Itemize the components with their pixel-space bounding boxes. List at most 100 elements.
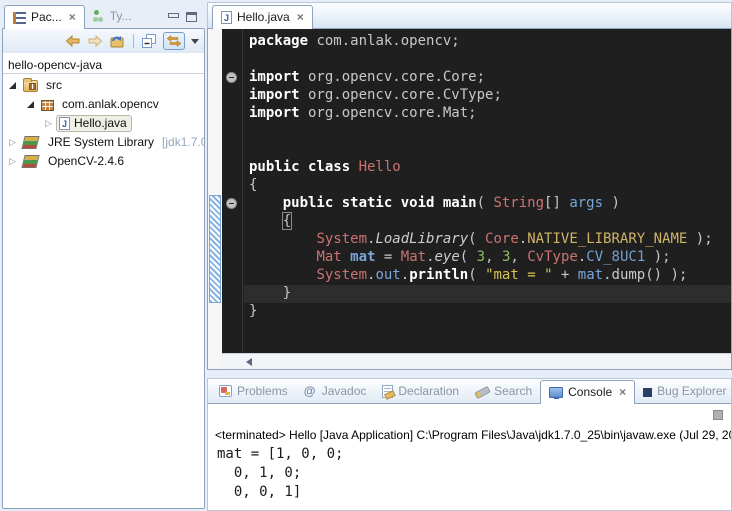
code-line[interactable] (244, 141, 731, 159)
view-tab-ty-[interactable]: Ty... (85, 5, 140, 28)
code-token: ( (468, 267, 485, 283)
tree-item[interactable]: com.anlak.opencv (3, 95, 204, 114)
code-token: [] (544, 195, 569, 211)
tree-item-content: JRE System Library[jdk1.7.0_25] (20, 134, 204, 151)
code-line[interactable]: } (244, 285, 731, 303)
editor-body: package com.anlak.opencv; import org.open… (207, 28, 732, 370)
code-line[interactable]: import org.opencv.core.Mat; (244, 105, 731, 123)
view-tab-label: Pac... (31, 10, 62, 24)
code-token: CV_8UC1 (586, 249, 645, 265)
console-tab-label: Console (568, 385, 612, 399)
code-token: Core (485, 231, 519, 247)
console-tab-javadoc[interactable]: Javadoc (296, 380, 375, 403)
close-icon[interactable]: × (297, 12, 304, 22)
console-tab-declaration[interactable]: Declaration (374, 380, 467, 403)
scroll-left-arrow-icon[interactable] (246, 358, 252, 366)
maximize-icon[interactable] (186, 12, 197, 22)
code-token (342, 249, 350, 265)
code-line[interactable] (244, 123, 731, 141)
expand-arrow-icon[interactable] (43, 118, 54, 129)
close-icon[interactable]: × (69, 12, 76, 22)
package-explorer-view: Pac... × Ty... (2, 2, 205, 509)
code-token: , (510, 249, 527, 265)
editor-tabbar: Hello.java × (207, 2, 732, 28)
tree-item[interactable]: JRE System Library[jdk1.7.0_25] (3, 133, 204, 152)
code-line[interactable]: import org.opencv.core.Core; (244, 69, 731, 87)
code-token: .dump() ); (603, 267, 687, 283)
code-token: import (249, 105, 300, 121)
collapse-arrow-icon[interactable] (7, 80, 18, 91)
link-with-editor-button[interactable] (163, 32, 185, 50)
code-line[interactable]: System.out.println( "mat = " + mat.dump(… (244, 267, 731, 285)
tree-item-content: OpenCV-2.4.6 (20, 153, 129, 170)
code-line[interactable]: package com.anlak.opencv; (244, 33, 731, 51)
tree-item[interactable]: OpenCV-2.4.6 (3, 152, 204, 171)
code-line[interactable]: { (244, 213, 731, 231)
console-tab-label: Bug Explorer (657, 384, 726, 398)
collapse-all-button[interactable] (142, 34, 157, 48)
console-tab-bug-explorer[interactable]: Bug Explorer (635, 380, 732, 403)
code-token: } (249, 285, 291, 301)
package-explorer-toolbar (3, 29, 204, 53)
code-token: mat (578, 267, 603, 283)
project-root-label[interactable]: hello-opencv-java (3, 56, 204, 73)
editor-tab-label: Hello.java (237, 10, 290, 24)
view-menu-button[interactable] (191, 39, 199, 44)
up-button[interactable] (109, 34, 125, 48)
code-token: 3 (477, 249, 485, 265)
fold-collapse-icon[interactable] (226, 72, 237, 83)
tree-item[interactable]: Hello.java (3, 114, 204, 133)
code-token: ); (645, 249, 670, 265)
code-token: eye (435, 249, 460, 265)
console-tab-console[interactable]: Console × (540, 380, 635, 404)
editor-tab-hello-java[interactable]: Hello.java × (212, 5, 313, 29)
chevron-down-icon (191, 39, 199, 44)
code-line[interactable]: { (244, 177, 731, 195)
code-token: org.opencv.core.Core; (300, 69, 485, 85)
code-token: CvType (527, 249, 578, 265)
collapse-arrow-icon[interactable] (25, 99, 36, 110)
code-token: { (283, 213, 291, 229)
folding-gutter[interactable] (222, 29, 243, 353)
horizontal-scrollbar[interactable] (222, 353, 731, 369)
terminate-icon[interactable] (713, 410, 723, 420)
console-output[interactable]: mat = [1, 0, 0; 0, 1, 0; 0, 0, 1] (217, 445, 731, 502)
back-button[interactable] (65, 35, 81, 47)
code-token: out (375, 267, 400, 283)
code-line[interactable]: public static void main( String[] args ) (244, 195, 731, 213)
code-token: ) (603, 195, 620, 211)
code-token (249, 249, 316, 265)
forward-button[interactable] (87, 35, 103, 47)
code-editor[interactable]: package com.anlak.opencv; import org.open… (244, 29, 731, 353)
expand-arrow-icon[interactable] (7, 156, 18, 167)
code-line[interactable] (244, 51, 731, 69)
code-line[interactable]: import org.opencv.core.CvType; (244, 87, 731, 105)
console-tab-label: Javadoc (322, 384, 367, 398)
fold-collapse-icon[interactable] (226, 198, 237, 209)
view-tab-pac-[interactable]: Pac... × (4, 5, 85, 29)
code-token: println (409, 267, 468, 283)
close-icon[interactable]: × (619, 387, 626, 397)
code-line[interactable]: public class Hello (244, 159, 731, 177)
code-token: main (443, 195, 477, 211)
code-line[interactable]: System.LoadLibrary( Core.NATIVE_LIBRARY_… (244, 231, 731, 249)
code-line[interactable]: Mat mat = Mat.eye( 3, 3, CvType.CV_8UC1 … (244, 249, 731, 267)
range-indicator (209, 195, 221, 303)
tree-item-label: Hello.java (74, 116, 127, 130)
expand-arrow-icon[interactable] (7, 137, 18, 148)
console-tab-search[interactable]: Search (467, 380, 540, 403)
annotation-ruler[interactable] (208, 29, 222, 369)
code-token: org.opencv.core.Mat; (300, 105, 477, 121)
code-line[interactable]: } (244, 303, 731, 321)
java-file-icon (221, 11, 232, 24)
console-tab-problems[interactable]: Problems (211, 380, 296, 403)
code-token: Mat (316, 249, 341, 265)
code-token: ); (687, 231, 712, 247)
code-token: . (426, 249, 434, 265)
code-token: public class (249, 159, 359, 175)
console-body: <terminated> Hello [Java Application] C:… (207, 404, 732, 511)
tree-item[interactable]: src (3, 76, 204, 95)
minimize-icon[interactable] (167, 12, 178, 21)
code-token: public static void (283, 195, 443, 211)
console-view: Problems Javadoc DeclarationSearch Console ×… (207, 378, 732, 511)
